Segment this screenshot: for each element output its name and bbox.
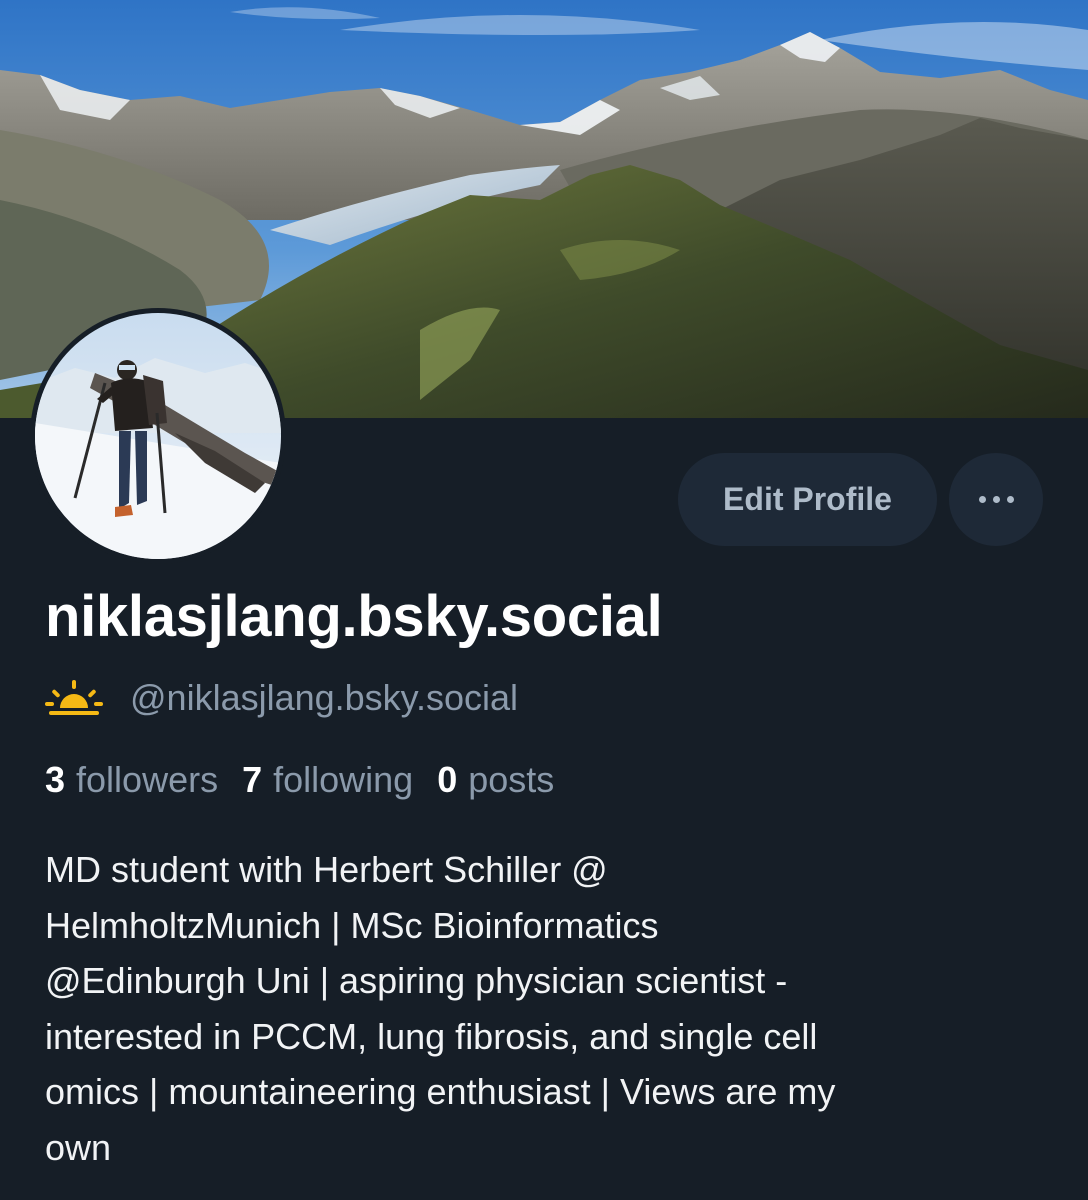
more-options-button[interactable] [949,453,1043,546]
posts-stat: 0 posts [437,759,554,801]
profile-avatar[interactable] [30,308,286,564]
display-name: niklasjlang.bsky.social [45,584,663,649]
followers-count: 3 [45,759,66,800]
posts-label: posts [468,759,555,800]
posts-count: 0 [437,759,458,800]
edit-profile-button[interactable]: Edit Profile [678,453,937,546]
edit-profile-label: Edit Profile [723,481,892,517]
profile-stats: 3 followers 7 following 0 posts [45,757,578,803]
following-stat[interactable]: 7 following [242,759,413,801]
followers-stat[interactable]: 3 followers [45,759,218,801]
following-count: 7 [242,759,263,800]
avatar-photo [35,313,281,559]
profile-bio: MD student with Herbert Schiller @ Helmh… [45,849,836,1168]
followers-label: followers [76,759,219,800]
handle-row: @niklasjlang.bsky.social [45,674,518,722]
sunrise-icon [45,680,103,715]
ellipsis-icon [978,496,1014,503]
following-label: following [273,759,414,800]
user-handle: @niklasjlang.bsky.social [130,677,519,718]
